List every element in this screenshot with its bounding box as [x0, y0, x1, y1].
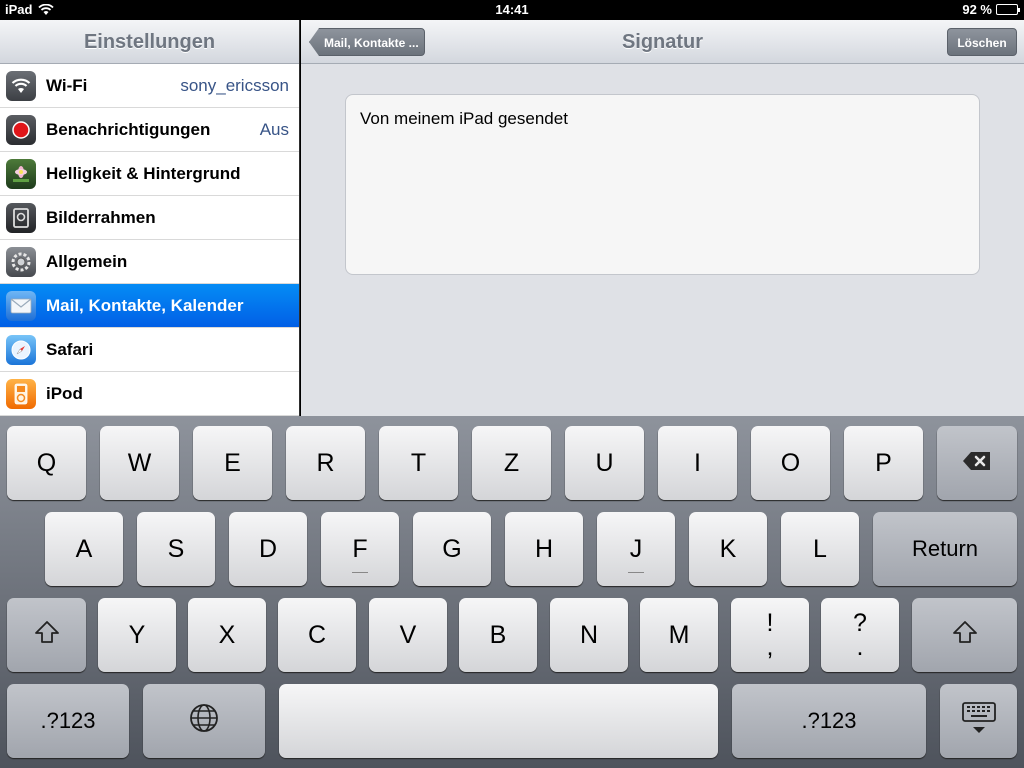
picture-frame-icon	[6, 202, 36, 233]
key-c[interactable]: C	[278, 598, 356, 672]
key-i[interactable]: I	[658, 426, 737, 500]
numbers-right-key[interactable]: .?123	[732, 684, 926, 758]
key-l[interactable]: L	[781, 512, 859, 586]
battery-icon	[996, 4, 1020, 15]
key-label-bottom: .	[856, 633, 864, 661]
hide-keyboard-key[interactable]	[940, 684, 1017, 758]
signature-detail-pane: Signatur Mail, Kontakte ... Löschen Von …	[301, 20, 1024, 416]
key-question-period[interactable]: ? .	[821, 598, 899, 672]
sidebar-item-label: Bilderrahmen	[46, 207, 156, 227]
key-r[interactable]: R	[286, 426, 365, 500]
key-d[interactable]: D	[229, 512, 307, 586]
space-key[interactable]	[279, 684, 718, 758]
wifi-icon	[6, 70, 36, 101]
sidebar-item-label: Allgemein	[46, 251, 128, 271]
ipod-icon	[6, 378, 36, 409]
key-z[interactable]: Z	[472, 426, 551, 500]
globe-key[interactable]	[143, 684, 265, 758]
sidebar-item-label: Mail, Kontakte, Kalender	[46, 295, 244, 315]
key-a[interactable]: A	[45, 512, 123, 586]
key-v[interactable]: V	[369, 598, 447, 672]
shift-right-key[interactable]	[912, 598, 1017, 672]
shift-icon	[34, 620, 60, 651]
shift-left-key[interactable]	[7, 598, 86, 672]
key-h[interactable]: H	[505, 512, 583, 586]
keyboard-dismiss-icon	[961, 701, 996, 742]
backspace-key[interactable]	[937, 426, 1017, 500]
home-row-mark	[628, 572, 644, 573]
key-label: J	[629, 534, 643, 563]
key-o[interactable]: O	[751, 426, 830, 500]
back-button[interactable]: Mail, Kontakte ...	[309, 28, 425, 56]
shift-icon	[952, 620, 978, 651]
sidebar-item-label: Helligkeit & Hintergrund	[46, 163, 241, 183]
key-b[interactable]: B	[459, 598, 537, 672]
sidebar-item-notifications[interactable]: Benachrichtigungen Aus	[0, 108, 299, 152]
sidebar-item-wifi[interactable]: Wi-Fi sony_ericsson	[0, 64, 299, 108]
sidebar-item-label: Wi-Fi	[46, 75, 88, 95]
sidebar-item-ipod[interactable]: iPod	[0, 372, 299, 416]
sidebar-item-label: iPod	[46, 383, 83, 403]
return-key[interactable]: Return	[873, 512, 1017, 586]
clock: 14:41	[495, 2, 529, 17]
gear-icon	[6, 246, 36, 277]
settings-list: Wi-Fi sony_ericsson Benachrichtigungen A…	[0, 64, 299, 416]
key-k[interactable]: K	[689, 512, 767, 586]
master-title: Einstellungen	[0, 20, 299, 64]
key-j[interactable]: J	[597, 512, 675, 586]
sidebar-item-mail-contacts-calendar[interactable]: Mail, Kontakte, Kalender	[0, 284, 299, 328]
notifications-icon	[6, 114, 36, 145]
key-t[interactable]: T	[379, 426, 458, 500]
sidebar-item-brightness-wallpaper[interactable]: Helligkeit & Hintergrund	[0, 152, 299, 196]
key-y[interactable]: Y	[98, 598, 176, 672]
sidebar-item-label: Benachrichtigungen	[46, 119, 211, 139]
key-s[interactable]: S	[137, 512, 215, 586]
key-g[interactable]: G	[413, 512, 491, 586]
safari-compass-icon	[6, 334, 36, 365]
delete-button[interactable]: Löschen	[947, 28, 1017, 56]
key-f[interactable]: F	[321, 512, 399, 586]
status-bar: iPad 14:41 92 %	[0, 0, 1024, 20]
backspace-icon	[962, 449, 992, 478]
key-label-bottom: ,	[766, 633, 774, 661]
signature-text-field[interactable]: Von meinem iPad gesendet	[345, 94, 980, 275]
key-p[interactable]: P	[844, 426, 923, 500]
home-row-mark	[352, 572, 368, 573]
key-q[interactable]: Q	[7, 426, 86, 500]
numbers-left-key[interactable]: .?123	[7, 684, 129, 758]
key-x[interactable]: X	[188, 598, 266, 672]
sidebar-item-safari[interactable]: Safari	[0, 328, 299, 372]
key-label: F	[352, 534, 368, 563]
mail-icon	[6, 290, 36, 321]
wifi-network-value: sony_ericsson	[180, 75, 289, 95]
sidebar-item-picture-frame[interactable]: Bilderrahmen	[0, 196, 299, 240]
onscreen-keyboard: Q W E R T Z U I O P A S D F G H J K L Re…	[0, 416, 1024, 768]
key-n[interactable]: N	[550, 598, 628, 672]
settings-master-pane: Einstellungen Wi-Fi sony_ericsson Benach…	[0, 20, 300, 416]
key-w[interactable]: W	[100, 426, 179, 500]
key-m[interactable]: M	[640, 598, 718, 672]
battery-percent: 92 %	[962, 2, 992, 17]
key-u[interactable]: U	[565, 426, 644, 500]
detail-nav-bar: Signatur Mail, Kontakte ... Löschen	[301, 20, 1024, 64]
key-label-top: ?	[853, 609, 867, 637]
sidebar-item-general[interactable]: Allgemein	[0, 240, 299, 284]
key-exclamation-comma[interactable]: ! ,	[731, 598, 809, 672]
key-e[interactable]: E	[193, 426, 272, 500]
globe-icon	[189, 703, 219, 740]
brightness-wallpaper-icon	[6, 158, 36, 189]
key-label-top: !	[766, 609, 774, 637]
sidebar-item-label: Safari	[46, 339, 94, 359]
notifications-value: Aus	[259, 119, 289, 139]
